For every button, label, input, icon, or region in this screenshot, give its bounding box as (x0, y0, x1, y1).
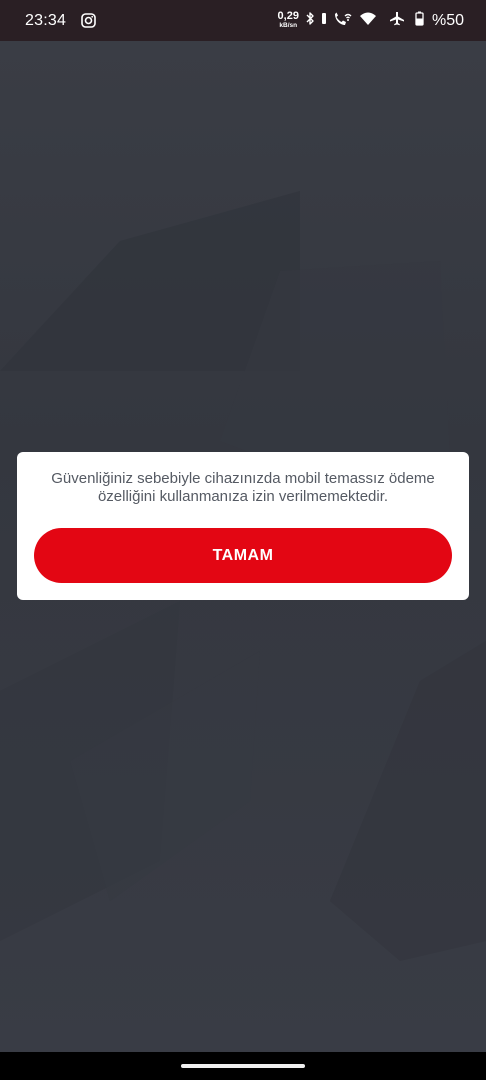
battery-icon (415, 11, 424, 31)
network-speed-value: 0,29 (277, 10, 299, 23)
home-gesture-handle[interactable] (181, 1064, 305, 1068)
status-time: 23:34 (25, 11, 67, 29)
navigation-bar (0, 1052, 486, 1080)
network-speed-unit: kB/sn (279, 22, 298, 30)
bluetooth-icon (305, 11, 315, 31)
screen: 23:34 0,29 kB/sn %50 Güvenliğiniz sebebi… (0, 0, 486, 1080)
security-dialog: Güvenliğiniz sebebiyle cihazınızda mobil… (17, 452, 469, 600)
ok-button[interactable]: TAMAM (34, 528, 452, 583)
wifi-icon (359, 11, 377, 31)
network-speed: 0,29 kB/sn (278, 11, 299, 30)
airplane-mode-icon (389, 11, 405, 31)
dialog-message: Güvenliğiniz sebebiyle cihazınızda mobil… (51, 470, 435, 505)
vibrate-icon (321, 11, 327, 31)
status-bar: 23:34 0,29 kB/sn %50 (0, 0, 486, 41)
instagram-icon (81, 13, 96, 28)
status-icons: 0,29 kB/sn %50 (278, 11, 464, 31)
wifi-calling-icon (333, 11, 353, 31)
battery-percent: %50 (431, 11, 464, 29)
